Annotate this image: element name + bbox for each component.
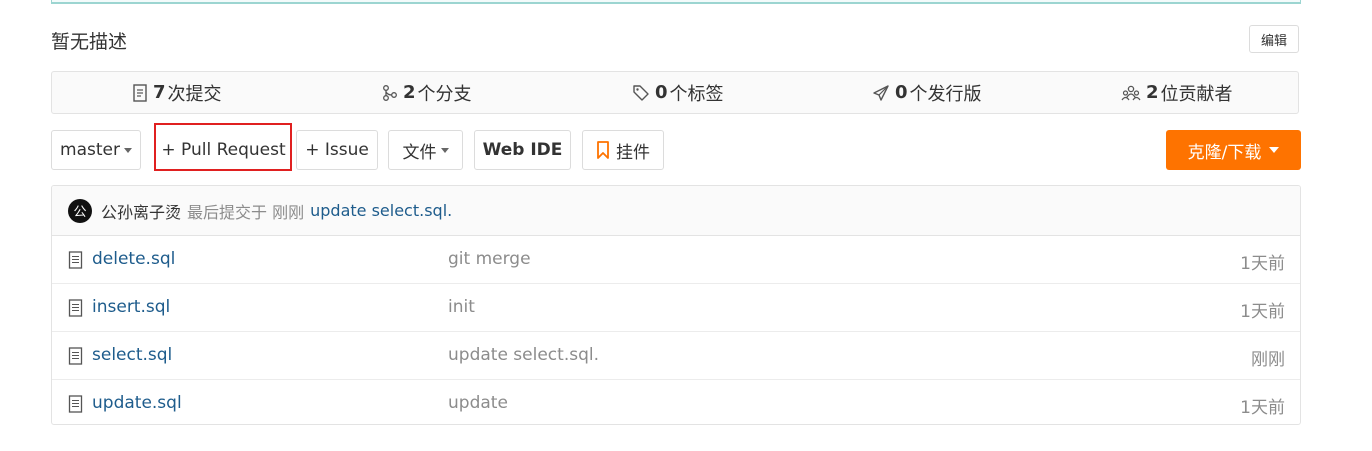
branch-icon bbox=[383, 84, 397, 101]
file-row: update.sql update 1天前 bbox=[52, 380, 1300, 424]
clone-download-button[interactable]: 克隆/下载 bbox=[1166, 130, 1301, 170]
file-row: delete.sql git merge 1天前 bbox=[52, 236, 1300, 284]
file-time: 1天前 bbox=[1240, 302, 1285, 322]
commit-author[interactable]: 公孙离子烫 bbox=[101, 199, 181, 223]
stat-releases-count: 0 bbox=[895, 82, 908, 103]
avatar[interactable]: 公 bbox=[68, 198, 92, 223]
file-name-link[interactable]: delete.sql bbox=[92, 249, 175, 269]
repo-stats-bar: 7 次提交 2 个分支 0 个标签 0 个发行版 2 位贡献者 bbox=[51, 71, 1299, 114]
branch-select-label: master bbox=[60, 140, 120, 160]
file-menu-button[interactable]: 文件 bbox=[388, 130, 463, 170]
edit-description-button[interactable]: 编辑 bbox=[1249, 25, 1299, 53]
stat-commits-count: 7 bbox=[153, 82, 166, 103]
widget-label: 挂件 bbox=[616, 142, 650, 163]
file-time: 1天前 bbox=[1240, 398, 1285, 418]
repo-description: 暂无描述 bbox=[51, 31, 128, 53]
release-icon bbox=[873, 84, 889, 101]
file-commit-message[interactable]: update select.sql. bbox=[448, 345, 599, 365]
file-icon bbox=[68, 299, 83, 317]
last-commit-bar: 公 公孙离子烫 最后提交于 刚刚 update select.sql. bbox=[52, 186, 1300, 236]
file-list: 公 公孙离子烫 最后提交于 刚刚 update select.sql. dele… bbox=[51, 185, 1301, 425]
file-icon bbox=[68, 347, 83, 365]
stat-commits[interactable]: 7 次提交 bbox=[132, 72, 222, 113]
file-commit-message[interactable]: git merge bbox=[448, 249, 531, 269]
file-commit-message[interactable]: init bbox=[448, 297, 475, 317]
stat-branches-label: 个分支 bbox=[417, 83, 472, 105]
file-time: 1天前 bbox=[1240, 254, 1285, 274]
issue-button[interactable]: + Issue bbox=[296, 130, 378, 170]
stat-contributors[interactable]: 2 位贡献者 bbox=[1121, 72, 1233, 113]
chevron-down-icon bbox=[440, 147, 449, 153]
stat-branches[interactable]: 2 个分支 bbox=[382, 72, 472, 113]
file-row: select.sql update select.sql. 刚刚 bbox=[52, 332, 1300, 380]
stat-contributors-count: 2 bbox=[1146, 82, 1159, 103]
branch-select[interactable]: master bbox=[51, 130, 141, 170]
stat-tags[interactable]: 0 个标签 bbox=[632, 72, 724, 113]
stat-tags-count: 0 bbox=[655, 82, 668, 103]
file-name-link[interactable]: select.sql bbox=[92, 345, 172, 365]
file-icon bbox=[68, 251, 83, 269]
stat-tags-label: 个标签 bbox=[669, 83, 724, 105]
file-time: 刚刚 bbox=[1251, 350, 1285, 370]
file-icon bbox=[68, 395, 83, 413]
highlight-frame bbox=[154, 123, 292, 171]
file-name-link[interactable]: update.sql bbox=[92, 393, 182, 413]
commit-message-link[interactable]: update select.sql. bbox=[310, 201, 452, 220]
file-menu-label: 文件 bbox=[402, 142, 437, 163]
tag-icon bbox=[633, 84, 649, 101]
stat-contributors-label: 位贡献者 bbox=[1160, 83, 1233, 105]
file-row: insert.sql init 1天前 bbox=[52, 284, 1300, 332]
readme-strip bbox=[51, 0, 1301, 4]
stat-branches-count: 2 bbox=[403, 82, 416, 103]
widget-button[interactable]: 挂件 bbox=[582, 130, 664, 170]
chevron-down-icon bbox=[1269, 147, 1280, 153]
file-name-link[interactable]: insert.sql bbox=[92, 297, 170, 317]
clone-download-label: 克隆/下载 bbox=[1187, 142, 1262, 163]
contributors-icon bbox=[1121, 85, 1141, 100]
file-commit-message[interactable]: update bbox=[448, 393, 508, 413]
bookmark-icon bbox=[597, 141, 609, 159]
commit-icon bbox=[133, 83, 147, 102]
stat-releases-label: 个发行版 bbox=[909, 83, 982, 105]
stat-commits-label: 次提交 bbox=[167, 83, 222, 105]
stat-releases[interactable]: 0 个发行版 bbox=[872, 72, 982, 113]
chevron-down-icon bbox=[123, 147, 132, 153]
commit-meta: 最后提交于 刚刚 bbox=[187, 202, 305, 222]
web-ide-button[interactable]: Web IDE bbox=[474, 130, 571, 170]
